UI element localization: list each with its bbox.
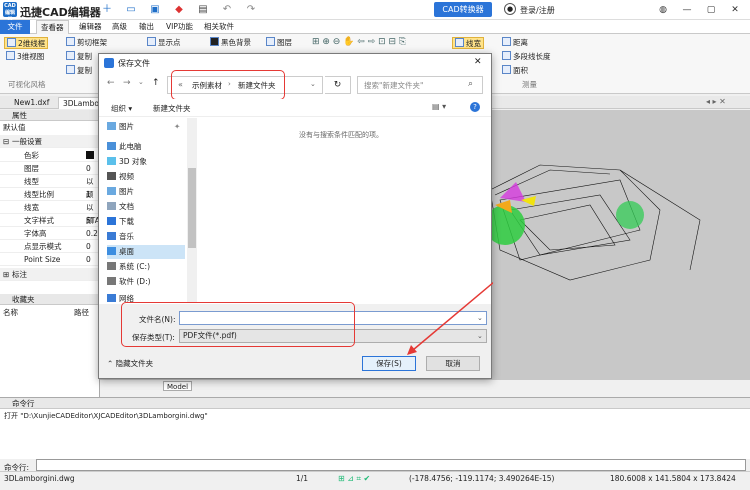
doc-tab-new1[interactable]: New1.dxf bbox=[10, 97, 53, 109]
save-icon[interactable]: ▣ bbox=[148, 3, 162, 17]
prop-row[interactable]: 线型比例 1 bbox=[0, 188, 100, 201]
part-magenta bbox=[500, 182, 526, 202]
black-bg-icon bbox=[210, 37, 219, 46]
menu-output[interactable]: 输出 bbox=[135, 20, 158, 34]
ruler-icon bbox=[502, 37, 511, 46]
menu-viewer[interactable]: 查看器 bbox=[36, 20, 69, 34]
prop-row[interactable]: 图层 0 bbox=[0, 162, 100, 175]
favorites-col-name: 名称 bbox=[3, 308, 18, 317]
pdf-icon[interactable]: ◆ bbox=[172, 3, 186, 17]
wireframe-icon bbox=[7, 38, 16, 47]
undo-icon[interactable]: ↶ bbox=[220, 3, 234, 17]
black-background-button[interactable]: 黑色背景 bbox=[210, 37, 251, 49]
menu-related[interactable]: 相关软件 bbox=[200, 20, 238, 34]
linewidth-icon bbox=[455, 38, 464, 47]
copy-button-2[interactable]: 复制 bbox=[66, 65, 92, 77]
status-file: 3DLamborgini.dwg bbox=[4, 474, 75, 483]
2d-wireframe-button[interactable]: 2维线框 bbox=[4, 37, 49, 49]
status-size: 180.6008 x 141.5804 x 173.8424 bbox=[610, 474, 736, 483]
prop-row[interactable]: 色彩 bbox=[0, 149, 100, 162]
menu-editor[interactable]: 编辑器 bbox=[75, 20, 106, 34]
login-link[interactable]: 登录/注册 bbox=[520, 5, 555, 16]
favorites-header: 收藏夹 bbox=[0, 294, 100, 305]
show-points-button[interactable]: 显示点 bbox=[147, 37, 181, 49]
polyline-icon bbox=[502, 51, 511, 60]
properties-header: 属性 bbox=[0, 110, 100, 121]
prop-row[interactable]: 文字样式 STA bbox=[0, 214, 100, 227]
app-logo: CAD编辑器 bbox=[3, 2, 17, 23]
save-file-dialog: 保存文件 ✕ ← → ⌄ ↑ « 示例素材 › 新建文件夹 ⌄ ↻ 搜索"新建文… bbox=[98, 53, 493, 379]
command-log: 打开 "D:\XunjieCADEditor\XJCADEditor\3DLam… bbox=[4, 412, 208, 420]
prop-row[interactable]: 点显示模式 0 bbox=[0, 240, 100, 253]
menu-bar: 文件 查看器 编辑器 高级 输出 VIP功能 相关软件 bbox=[0, 20, 750, 34]
minimize-icon[interactable]: — bbox=[680, 3, 694, 17]
close-icon[interactable]: ✕ bbox=[728, 3, 742, 17]
linewidth-button[interactable]: 线宽 bbox=[452, 37, 484, 49]
command-input[interactable] bbox=[36, 459, 746, 471]
prop-row[interactable]: Point Size 0 bbox=[0, 253, 100, 266]
status-page: 1/1 bbox=[296, 474, 309, 483]
print-icon[interactable]: ▤ bbox=[196, 3, 210, 17]
copy-button-1[interactable]: 复制 bbox=[66, 51, 92, 63]
tab-nav-arrows[interactable]: ◂ ▸ ✕ bbox=[706, 97, 726, 106]
title-bar: CAD编辑器 迅捷CAD编辑器 ＋ ▭ ▣ ◆ ▤ ↶ ↷ CAD转换器 ● 登… bbox=[0, 0, 750, 23]
annotation-arrow bbox=[407, 281, 493, 355]
points-icon bbox=[147, 37, 156, 46]
area-icon bbox=[502, 65, 511, 74]
polyline-length-button[interactable]: 多段线长度 bbox=[502, 51, 551, 63]
menu-file[interactable]: 文件 bbox=[0, 20, 30, 34]
skin-icon[interactable]: ◍ bbox=[656, 3, 670, 17]
clip-icon bbox=[66, 37, 75, 46]
maximize-icon[interactable]: ▢ bbox=[704, 3, 718, 17]
prop-row[interactable]: 字体高 0.2 bbox=[0, 227, 100, 240]
favorites-col-path: 路径 bbox=[74, 308, 89, 317]
copy-icon bbox=[66, 65, 75, 74]
status-snap-icons[interactable]: ⊞ ⊿ ⌗ ✔ bbox=[338, 472, 370, 486]
wheel-rear bbox=[616, 201, 644, 229]
section-annotation[interactable]: ⊞ 标注 bbox=[0, 268, 100, 281]
copy-icon bbox=[66, 51, 75, 60]
menu-advanced[interactable]: 高级 bbox=[108, 20, 131, 34]
prop-row[interactable]: 线宽 以颜 bbox=[0, 201, 100, 225]
layers-icon bbox=[266, 37, 275, 46]
cube-icon bbox=[6, 51, 15, 60]
menu-vip[interactable]: VIP功能 bbox=[162, 20, 197, 34]
app-title: 迅捷CAD编辑器 bbox=[20, 6, 101, 19]
color-swatch bbox=[86, 151, 94, 159]
properties-panel: 属性 默认值 ⊟ 一般设置 色彩 图层 0 线型 以颜 线型比例 1 线宽 以颜 文字样式… bbox=[0, 110, 100, 397]
distance-button[interactable]: 距离 bbox=[502, 37, 528, 49]
command-panel: 命令行 打开 "D:\XunjieCADEditor\XJCADEditor\3… bbox=[0, 397, 750, 472]
group-label-visual: 可视化风格 bbox=[8, 80, 46, 89]
clip-frame-button[interactable]: 剪切框架 bbox=[66, 37, 107, 49]
3d-view-button[interactable]: 3维视图 bbox=[6, 51, 44, 63]
status-coords: (-178.4756; -119.1174; 3.490264E-15) bbox=[409, 474, 555, 483]
zoom-tools[interactable]: ⊞ ⊕ ⊖ ✋ ⇦ ⇨ ⊡ ⊟ ⎘ bbox=[312, 37, 406, 47]
layers-button[interactable]: 图层 bbox=[266, 37, 292, 49]
open-folder-icon[interactable]: ▭ bbox=[124, 3, 138, 17]
command-header: 命令行 bbox=[0, 398, 750, 409]
section-general[interactable]: ⊟ 一般设置 bbox=[0, 135, 100, 148]
new-icon[interactable]: ＋ bbox=[100, 3, 114, 17]
default-value-label: 默认值 bbox=[3, 123, 26, 132]
group-label-measure: 测量 bbox=[522, 80, 537, 89]
area-button[interactable]: 面积 bbox=[502, 65, 528, 77]
redo-icon[interactable]: ↷ bbox=[244, 3, 258, 17]
status-bar: 3DLamborgini.dwg 1/1 ⊞ ⊿ ⌗ ✔ (-178.4756;… bbox=[0, 471, 750, 490]
prop-row[interactable]: 线型 以颜 bbox=[0, 175, 100, 199]
cad-converter-button[interactable]: CAD转换器 bbox=[434, 2, 492, 17]
model-tab[interactable]: Model bbox=[163, 381, 193, 391]
user-icon[interactable]: ● bbox=[504, 3, 516, 15]
